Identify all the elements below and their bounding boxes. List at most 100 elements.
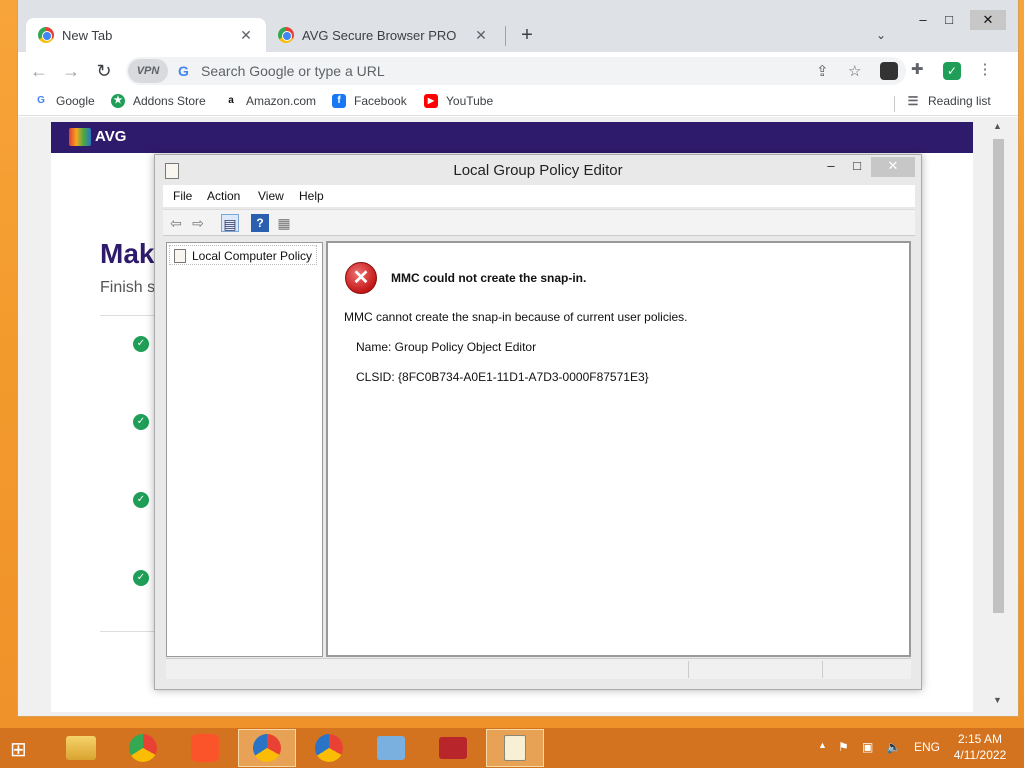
bookmark-star-icon[interactable]: ☆ bbox=[848, 62, 861, 80]
menu-bar: File Action View Help bbox=[163, 185, 915, 207]
minimize-button[interactable]: – bbox=[819, 157, 843, 177]
address-input[interactable]: Search Google or type a URL bbox=[201, 63, 385, 79]
policy-document-icon bbox=[174, 249, 186, 263]
network-icon[interactable]: ▣ bbox=[862, 740, 873, 754]
checkmark-icon: ✓ bbox=[133, 414, 149, 430]
taskbar-avg-secure-browser[interactable] bbox=[300, 729, 358, 767]
checkmark-icon: ✓ bbox=[133, 336, 149, 352]
close-button[interactable]: ✕ bbox=[970, 10, 1006, 30]
bookmark-label: Facebook bbox=[354, 94, 407, 108]
address-bar[interactable]: VPN G Search Google or type a URL ⇪ ☆ bbox=[126, 57, 906, 85]
tab-label: New Tab bbox=[62, 27, 113, 43]
show-hidden-icons-icon[interactable]: ▲ bbox=[818, 740, 827, 750]
taskbar-control-panel[interactable] bbox=[362, 729, 420, 767]
close-button[interactable]: ✕ bbox=[871, 157, 915, 177]
control-panel-icon bbox=[377, 736, 405, 760]
bookmark-label: Google bbox=[56, 94, 95, 108]
show-hide-console-tree-icon[interactable]: ▤ bbox=[221, 214, 239, 232]
tab-search-icon[interactable]: ⌄ bbox=[876, 28, 886, 42]
window-title: Local Group Policy Editor bbox=[453, 162, 623, 179]
shield-icon[interactable]: ✓ bbox=[943, 62, 961, 80]
extensions-icon[interactable]: ✚ bbox=[911, 60, 929, 78]
taskbar-brave[interactable] bbox=[176, 729, 234, 767]
tab-close-icon[interactable]: ✕ bbox=[238, 27, 254, 44]
tree-item-local-computer-policy[interactable]: Local Computer Policy bbox=[169, 245, 318, 265]
menu-action[interactable]: Action bbox=[207, 189, 240, 203]
action-center-icon[interactable]: ⚑ bbox=[838, 740, 849, 754]
amazon-icon: a bbox=[228, 95, 234, 106]
bookmark-facebook[interactable]: f Facebook bbox=[332, 94, 407, 108]
scroll-up-icon[interactable]: ▲ bbox=[993, 121, 1002, 131]
maximize-button[interactable]: □ bbox=[934, 10, 964, 30]
google-icon: G bbox=[178, 63, 189, 79]
browser-logo-icon bbox=[278, 27, 294, 43]
google-icon: G bbox=[37, 95, 45, 106]
policy-document-icon bbox=[504, 735, 526, 761]
console-tree-pane: Local Computer Policy bbox=[166, 242, 323, 657]
share-icon[interactable]: ⇪ bbox=[816, 62, 829, 80]
avg-secure-browser-icon bbox=[315, 734, 343, 762]
forward-button[interactable]: → bbox=[60, 60, 82, 82]
taskbar-file-explorer[interactable] bbox=[52, 729, 110, 767]
window-titlebar[interactable]: Local Group Policy Editor – □ ✕ bbox=[155, 155, 921, 185]
scroll-down-icon[interactable]: ▼ bbox=[993, 695, 1002, 705]
taskbar: ⊞ ▲ ⚑ ▣ 🔈 ENG 2:15 AM 4/11/2022 bbox=[0, 728, 1024, 768]
addons-store-icon: ★ bbox=[111, 94, 125, 108]
taskbar-chrome[interactable] bbox=[114, 729, 172, 767]
maximize-button[interactable]: □ bbox=[845, 157, 869, 177]
youtube-icon: ▶ bbox=[424, 94, 438, 108]
reload-button[interactable]: ↻ bbox=[93, 60, 115, 82]
language-indicator[interactable]: ENG bbox=[914, 740, 940, 754]
brave-icon bbox=[191, 734, 219, 762]
page-subheading: Finish s bbox=[100, 279, 156, 296]
back-button[interactable]: ← bbox=[28, 60, 50, 82]
status-divider bbox=[688, 661, 689, 678]
bookmark-label: Addons Store bbox=[133, 94, 206, 108]
forward-arrow-icon[interactable]: ⇨ bbox=[189, 214, 207, 232]
taskbar-avg-browser[interactable] bbox=[238, 729, 296, 767]
tab-new-tab[interactable]: New Tab ✕ bbox=[26, 18, 266, 52]
page-scrollbar[interactable]: ▲ ▼ bbox=[990, 117, 1006, 716]
back-arrow-icon[interactable]: ⇦ bbox=[167, 214, 185, 232]
new-tab-button[interactable]: + bbox=[515, 24, 539, 48]
bookmark-youtube[interactable]: ▶ YouTube bbox=[424, 94, 493, 108]
bookmark-label: YouTube bbox=[446, 94, 494, 108]
tab-label: AVG Secure Browser PRO bbox=[302, 27, 457, 43]
system-clock[interactable]: 2:15 AM 4/11/2022 bbox=[950, 731, 1010, 763]
tab-close-icon[interactable]: ✕ bbox=[473, 27, 489, 44]
facebook-icon: f bbox=[332, 94, 346, 108]
tab-avg-secure-browser[interactable]: AVG Secure Browser PRO ✕ bbox=[266, 18, 501, 52]
avg-logo-text: AVG bbox=[95, 128, 127, 145]
toolbox-icon bbox=[439, 737, 467, 759]
adblock-extension-icon[interactable] bbox=[880, 62, 898, 80]
group-policy-editor-window: Local Group Policy Editor – □ ✕ File Act… bbox=[154, 154, 922, 690]
help-icon[interactable]: ? bbox=[251, 214, 269, 232]
avg-logo[interactable]: AVG bbox=[69, 128, 127, 147]
error-snapin-name: Name: Group Policy Object Editor bbox=[356, 340, 537, 354]
menu-help[interactable]: Help bbox=[299, 189, 324, 203]
status-divider bbox=[822, 661, 823, 678]
menu-view[interactable]: View bbox=[258, 189, 284, 203]
taskbar-group-policy-editor[interactable] bbox=[486, 729, 544, 767]
avg-browser-icon bbox=[253, 734, 281, 762]
windows-start-icon[interactable]: ⊞ bbox=[10, 737, 27, 762]
reading-list-button[interactable]: ☰ Reading list bbox=[906, 94, 991, 108]
menu-kebab-icon[interactable]: ⋮ bbox=[976, 60, 994, 78]
avg-logo-icon bbox=[69, 128, 91, 147]
bookmark-amazon[interactable]: a Amazon.com bbox=[224, 94, 316, 108]
vpn-button[interactable]: VPN bbox=[128, 59, 168, 83]
avg-header: AVG bbox=[51, 122, 973, 153]
scrollbar-thumb[interactable] bbox=[993, 139, 1004, 613]
menu-file[interactable]: File bbox=[173, 189, 192, 203]
bookmark-google[interactable]: G Google bbox=[34, 94, 95, 108]
reading-list-label: Reading list bbox=[928, 94, 991, 108]
bookmark-addons-store[interactable]: ★ Addons Store bbox=[111, 94, 206, 108]
taskbar-toolbox[interactable] bbox=[424, 729, 482, 767]
error-title: MMC could not create the snap-in. bbox=[391, 271, 587, 285]
checkmark-icon: ✓ bbox=[133, 492, 149, 508]
show-hide-action-pane-icon[interactable]: ▦ bbox=[275, 214, 293, 232]
error-clsid: CLSID: {8FC0B734-A0E1-11D1-A7D3-0000F875… bbox=[356, 370, 649, 384]
bookmarks-divider bbox=[894, 96, 895, 112]
volume-muted-icon[interactable]: 🔈 bbox=[886, 740, 901, 754]
error-message: MMC cannot create the snap-in because of… bbox=[344, 310, 688, 324]
